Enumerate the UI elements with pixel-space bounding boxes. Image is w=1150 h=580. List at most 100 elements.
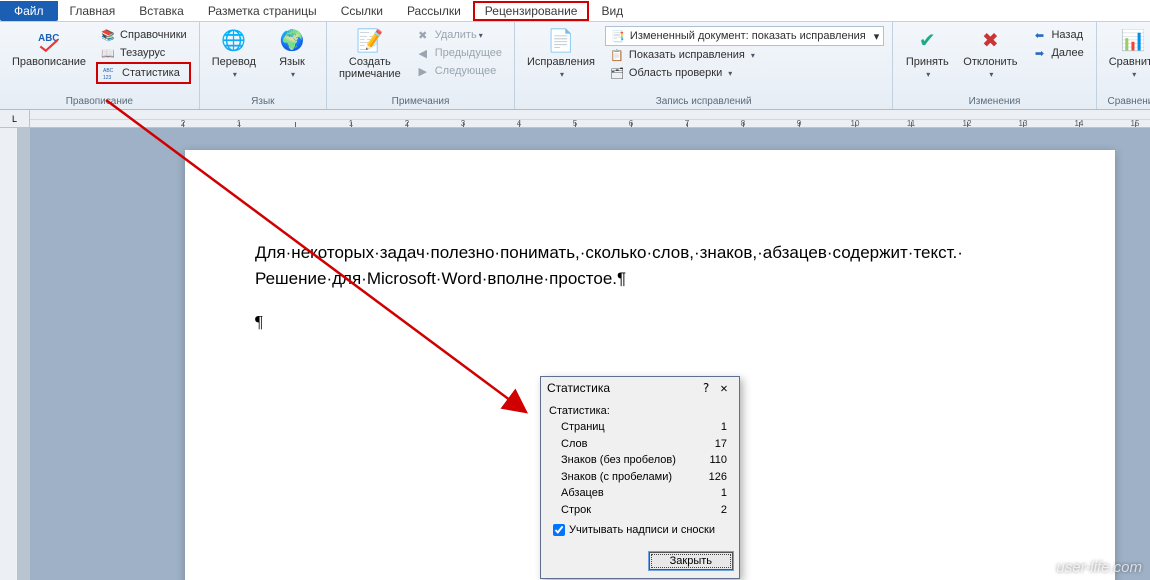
- statistics-dialog: Статистика ? ✕ Статистика: Страниц1Слов1…: [540, 376, 740, 579]
- track-label: Исправления: [527, 56, 595, 68]
- prev-comment-button[interactable]: ◀ Предыдущее: [411, 44, 506, 62]
- delete-label: Удалить: [435, 29, 483, 41]
- close-icon[interactable]: ✕: [715, 381, 733, 395]
- dialog-titlebar[interactable]: Статистика ? ✕: [541, 377, 739, 399]
- ruler-tick: 8: [715, 110, 771, 128]
- ruler-tick: 2: [379, 110, 435, 128]
- language-button[interactable]: 🌍 Язык: [266, 26, 318, 81]
- stat-value: 110: [709, 452, 727, 469]
- translate-button[interactable]: 🌐 Перевод: [208, 26, 260, 81]
- menu-tabs: Файл Главная Вставка Разметка страницы С…: [0, 0, 1150, 22]
- pane-icon: 🗂: [609, 65, 625, 81]
- statistics-button[interactable]: ABC123 Статистика: [96, 62, 191, 84]
- compare-icon: 📊: [1121, 28, 1146, 54]
- stat-row: Страниц 1: [553, 419, 727, 436]
- stat-label: Страниц: [561, 419, 605, 436]
- tab-mailings[interactable]: Рассылки: [395, 1, 473, 21]
- group-comments: 📝 Создать примечание ✖ Удалить ◀ Предыду…: [327, 22, 515, 109]
- group-proofing-label: Правописание: [66, 94, 133, 107]
- thesaurus-button[interactable]: 📖 Тезаурус: [96, 44, 191, 62]
- show-markup-button[interactable]: 📋 Показать исправления: [605, 46, 884, 64]
- accept-label: Принять: [906, 56, 949, 68]
- globe-icon: 🌍: [280, 28, 305, 54]
- group-language-label: Язык: [251, 94, 274, 107]
- tab-file[interactable]: Файл: [0, 1, 58, 21]
- include-footnotes-input[interactable]: [553, 524, 565, 536]
- tab-layout[interactable]: Разметка страницы: [196, 1, 329, 21]
- next-change-button[interactable]: ➡ Далее: [1027, 44, 1087, 62]
- tab-home[interactable]: Главная: [58, 1, 128, 21]
- ruler-tick: 4: [491, 110, 547, 128]
- svg-text:123: 123: [103, 75, 112, 81]
- forward-label: Далее: [1051, 47, 1083, 59]
- tab-references[interactable]: Ссылки: [329, 1, 395, 21]
- group-tracking: 📄 Исправления 📑 Измененный документ: пок…: [515, 22, 893, 109]
- display-select[interactable]: 📑 Измененный документ: показать исправле…: [605, 26, 884, 46]
- include-footnotes-label: Учитывать надписи и сноски: [569, 524, 715, 536]
- stat-value: 126: [709, 469, 727, 486]
- reject-icon: ✖: [982, 28, 999, 54]
- accept-button[interactable]: ✔ Принять: [901, 26, 953, 81]
- reject-button[interactable]: ✖ Отклонить: [959, 26, 1021, 81]
- ruler-tick: 14: [1051, 110, 1107, 128]
- ruler-tick: 10: [827, 110, 883, 128]
- tab-view[interactable]: Вид: [589, 1, 635, 21]
- tab-review[interactable]: Рецензирование: [473, 1, 590, 21]
- back-label: Назад: [1051, 29, 1083, 41]
- ruler-corner[interactable]: L: [0, 110, 30, 128]
- ruler-tick: 3: [435, 110, 491, 128]
- next-label: Следующее: [435, 65, 497, 77]
- group-tracking-label: Запись исправлений: [656, 94, 752, 107]
- delete-comment-button[interactable]: ✖ Удалить: [411, 26, 506, 44]
- stats-icon: ABC123: [102, 65, 118, 81]
- include-footnotes-checkbox[interactable]: Учитывать надписи и сноски: [553, 524, 727, 536]
- ruler-horizontal[interactable]: 211234567891011121314151617: [30, 110, 1150, 128]
- group-compare: 📊 Сравнить Сравнение: [1097, 22, 1150, 109]
- spelling-button[interactable]: ABC Правописание: [8, 26, 90, 70]
- show-markup-label: Показать исправления: [629, 49, 745, 61]
- references-button[interactable]: 📚 Справочники: [96, 26, 191, 44]
- stats-group-label: Статистика:: [549, 405, 727, 417]
- stat-row: Слов17: [553, 436, 727, 453]
- ruler-tick: [267, 110, 323, 128]
- group-comments-label: Примечания: [392, 94, 450, 107]
- stat-label: Знаков (без пробелов): [561, 452, 676, 469]
- stat-label: Абзацев: [561, 485, 604, 502]
- ruler-tick: 13: [995, 110, 1051, 128]
- stat-label: Знаков (с пробелами): [561, 469, 672, 486]
- ruler-tick: 15: [1107, 110, 1150, 128]
- ruler-tick: 9: [771, 110, 827, 128]
- stat-value: 1: [721, 419, 727, 436]
- help-icon[interactable]: ?: [697, 381, 715, 395]
- translate-icon: 🌐: [221, 28, 246, 54]
- stat-row: Строк2: [553, 502, 727, 519]
- pane-label: Область проверки: [629, 67, 722, 79]
- stat-label: Слов: [561, 436, 587, 453]
- ruler-vertical[interactable]: [0, 128, 18, 580]
- group-changes-label: Изменения: [969, 94, 1021, 107]
- group-proofing: ABC Правописание 📚 Справочники 📖 Тезауру…: [0, 22, 200, 109]
- group-changes: ✔ Принять ✖ Отклонить ⬅ Назад ➡ Далее Из…: [893, 22, 1096, 109]
- display-icon: 📑: [610, 28, 626, 44]
- ruler-tick: 6: [603, 110, 659, 128]
- reviewing-pane-button[interactable]: 🗂 Область проверки: [605, 64, 884, 82]
- compare-button[interactable]: 📊 Сравнить: [1105, 26, 1150, 81]
- close-button[interactable]: Закрыть: [649, 552, 733, 570]
- spelling-label: Правописание: [12, 56, 86, 68]
- next-comment-button[interactable]: ▶ Следующее: [411, 62, 506, 80]
- tab-insert[interactable]: Вставка: [127, 1, 196, 21]
- references-label: Справочники: [120, 29, 187, 41]
- ruler-tick: 11: [883, 110, 939, 128]
- track-icon: 📄: [547, 28, 574, 54]
- prev-change-button[interactable]: ⬅ Назад: [1027, 26, 1087, 44]
- paragraph-mark: ¶: [255, 312, 263, 331]
- track-changes-button[interactable]: 📄 Исправления: [523, 26, 599, 81]
- delete-icon: ✖: [415, 27, 431, 43]
- language-label: Язык: [279, 56, 305, 68]
- new-comment-label: Создать примечание: [339, 56, 401, 80]
- compare-label: Сравнить: [1109, 56, 1150, 68]
- doc-line-2: Решение·для·Microsoft·Word·вполне·просто…: [255, 269, 626, 288]
- back-icon: ⬅: [1031, 27, 1047, 43]
- new-comment-button[interactable]: 📝 Создать примечание: [335, 26, 405, 82]
- next-icon: ▶: [415, 63, 431, 79]
